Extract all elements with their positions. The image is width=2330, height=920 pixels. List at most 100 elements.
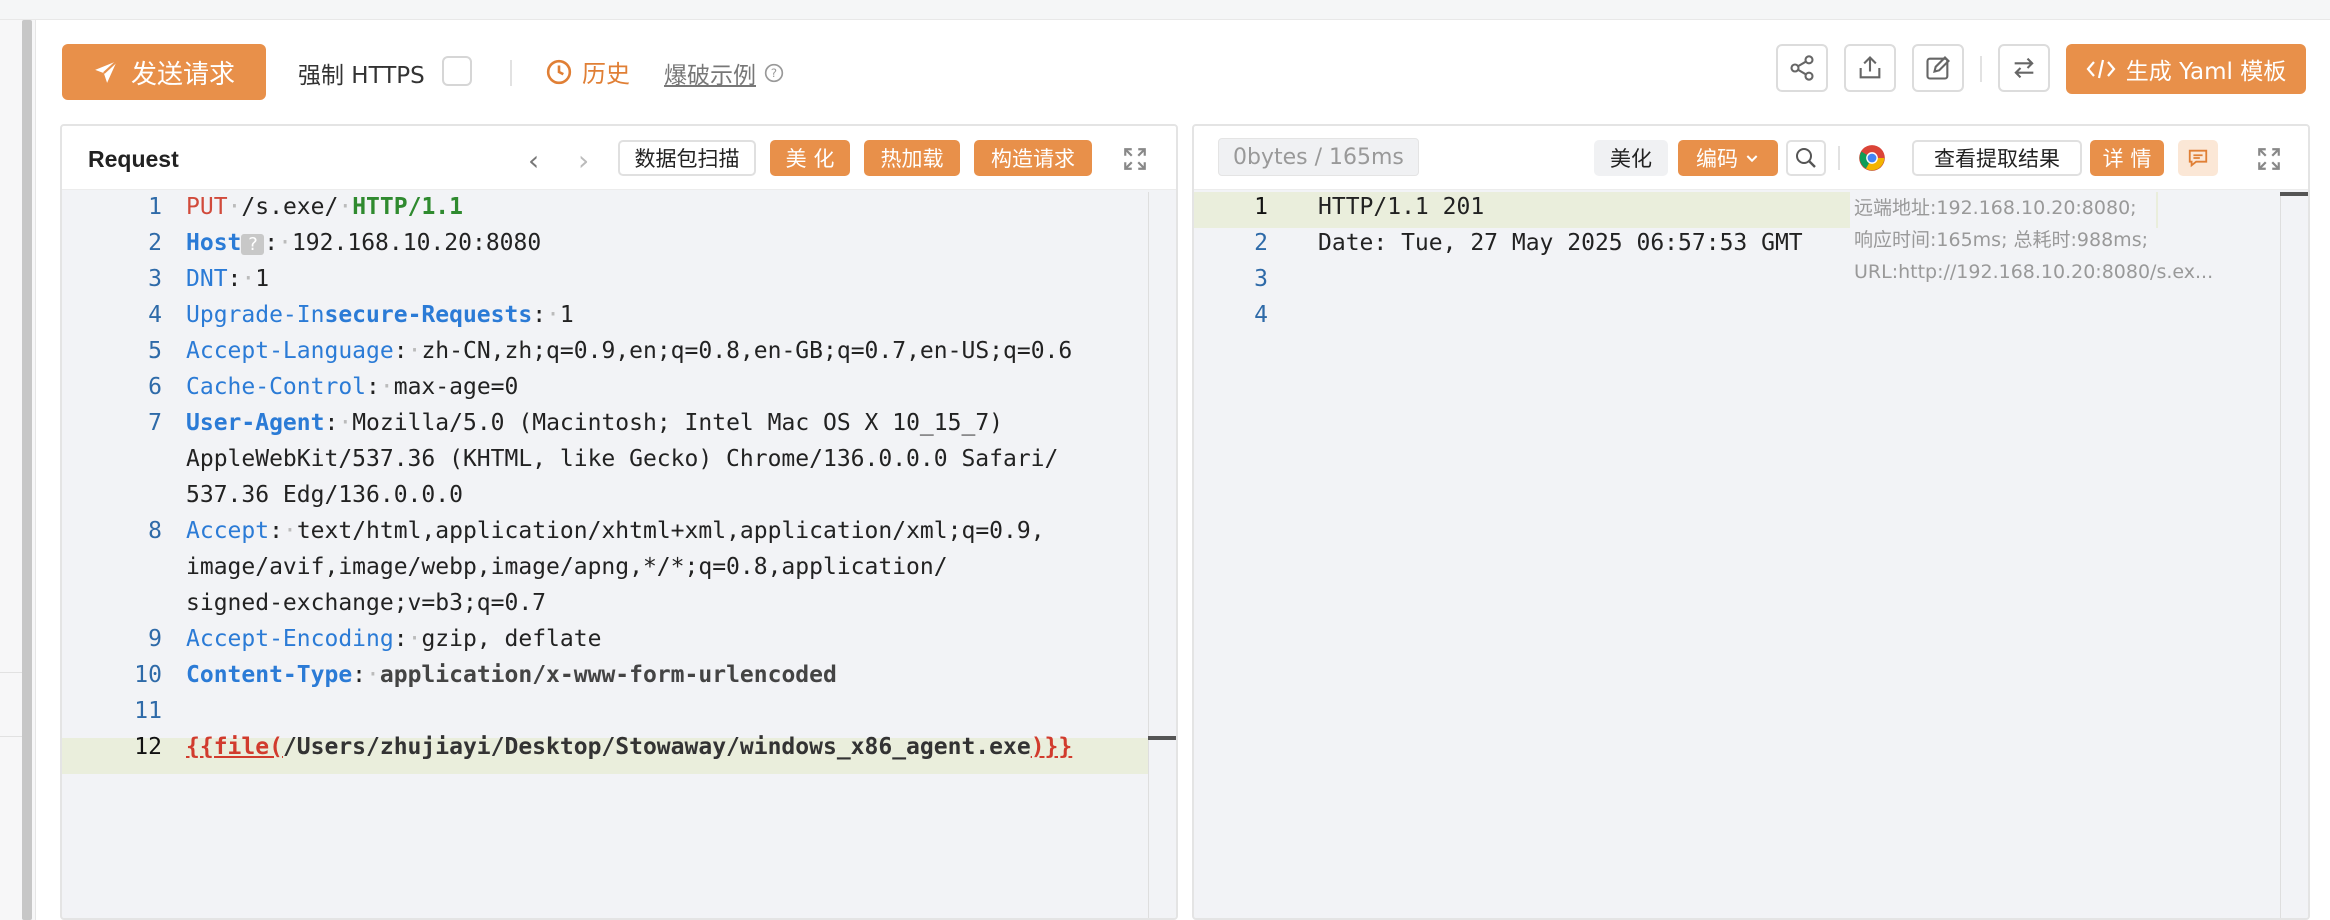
- comment-button[interactable]: [2178, 140, 2218, 176]
- header-key-part: Upgrade-In: [186, 302, 325, 328]
- code-line-2: Host?:·192.168.10.20:8080: [186, 230, 542, 256]
- header-value: 192.168.10.20:8080: [291, 230, 542, 256]
- file-tag-open: {{file(: [186, 734, 283, 760]
- header-divider: [1838, 146, 1840, 170]
- header-value: gzip, deflate: [421, 626, 602, 652]
- line-number: 10: [134, 662, 162, 688]
- header-value: text/html,application/xhtml+xml,applicat…: [296, 518, 1045, 544]
- response-beautify-button[interactable]: 美化: [1594, 140, 1668, 176]
- code-line-8-wrap: signed-exchange;v=b3;q=0.7: [186, 590, 547, 616]
- top-strip: [0, 0, 2330, 20]
- line-number: 5: [148, 338, 162, 364]
- sidebar-divider: [0, 736, 22, 737]
- response-date-line: Date: Tue, 27 May 2025 06:57:53 GMT: [1318, 230, 1803, 256]
- toolbar-divider: [510, 60, 512, 86]
- code-icon: [2086, 59, 2116, 79]
- line-number: 4: [148, 302, 162, 328]
- beautify-button[interactable]: 美 化: [770, 140, 850, 176]
- comment-icon: [2188, 149, 2208, 168]
- send-request-label: 发送请求: [130, 59, 235, 90]
- header-key: Host: [186, 230, 242, 256]
- upload-icon: [1859, 56, 1881, 79]
- header-value: 1: [559, 302, 574, 328]
- toolbar: 发送请求 强制 HTTPS 历史 爆破示例 ? 生成 Yaml 模板: [36, 20, 2330, 124]
- line-number: 2: [148, 230, 162, 256]
- generate-yaml-button[interactable]: 生成 Yaml 模板: [2066, 44, 2306, 94]
- header-value: max-age=0: [393, 374, 519, 400]
- encoding-dropdown[interactable]: 编码: [1678, 140, 1778, 176]
- swap-arrows-icon: [2014, 57, 2034, 79]
- beautify-label: 美 化: [785, 147, 835, 171]
- encoding-label: 编码: [1696, 147, 1738, 171]
- line-number: 3: [1254, 266, 1268, 292]
- view-extract-results-button[interactable]: 查看提取结果: [1912, 140, 2082, 176]
- scrollbar-marker: [1148, 736, 1176, 740]
- packet-scan-label: 数据包扫描: [634, 147, 740, 171]
- code-line-7: User-Agent:·Mozilla/5.0 (Macintosh; Inte…: [186, 410, 1004, 436]
- brute-force-label: 爆破示例: [664, 63, 756, 89]
- left-sidebar: [0, 20, 36, 920]
- sidebar-scrollbar[interactable]: [22, 20, 32, 920]
- hot-load-label: 热加载: [880, 147, 944, 171]
- send-request-button[interactable]: 发送请求: [62, 44, 266, 100]
- file-path: /Users/zhujiayi/Desktop/Stowaway/windows…: [282, 734, 1031, 760]
- header-key: Accept: [186, 518, 270, 544]
- line-number: 9: [148, 626, 162, 652]
- request-scrollbar[interactable]: [1148, 192, 1176, 918]
- header-key-part: secure-Requests: [324, 302, 533, 328]
- header-value: Mozilla/5.0 (Macintosh; Intel Mac OS X 1…: [352, 410, 1004, 436]
- header-key: DNT: [186, 266, 228, 292]
- help-badge[interactable]: ?: [241, 234, 265, 255]
- export-button[interactable]: [1844, 44, 1896, 92]
- code-line-10: Content-Type:·application/x-www-form-url…: [186, 662, 837, 688]
- code-line-5: Accept-Language:·zh-CN,zh;q=0.9,en;q=0.8…: [186, 338, 1073, 364]
- edit-button[interactable]: [1912, 44, 1964, 92]
- request-editor[interactable]: 1 2 3 4 5 6 7 8 9 10 11 12 PUT·/s.exe/·H…: [62, 192, 1176, 918]
- header-value: 1: [255, 266, 270, 292]
- request-header: Request ‹ › 数据包扫描 美 化 热加载 构造请求: [62, 126, 1176, 190]
- construct-request-button[interactable]: 构造请求: [974, 140, 1092, 176]
- code-line-3: DNT:·1: [186, 266, 270, 292]
- request-title: Request: [88, 146, 179, 172]
- code-line-4: Upgrade-Insecure-Requests:·1: [186, 302, 574, 328]
- share-button[interactable]: [1776, 44, 1828, 92]
- code-line-7-wrap: AppleWebKit/537.36 (KHTML, like Gecko) C…: [186, 446, 1059, 472]
- chrome-icon[interactable]: [1858, 144, 1886, 172]
- swap-button[interactable]: [1998, 44, 2050, 92]
- scrollbar-marker: [2280, 192, 2308, 196]
- paper-plane-icon: [95, 60, 118, 83]
- chevron-right-icon[interactable]: ›: [578, 144, 589, 177]
- toolbar-divider: [1980, 56, 1982, 82]
- history-label: 历史: [582, 60, 630, 88]
- chevron-left-icon[interactable]: ‹: [528, 144, 539, 177]
- generate-yaml-label: 生成 Yaml 模板: [2125, 59, 2287, 85]
- search-button[interactable]: [1786, 140, 1826, 176]
- response-editor[interactable]: 1 2 3 4 HTTP/1.1 201 Date: Tue, 27 May 2…: [1194, 192, 2308, 918]
- view-extract-results-label: 查看提取结果: [1934, 147, 2060, 171]
- line-number: 12: [134, 734, 162, 760]
- construct-request-label: 构造请求: [991, 147, 1075, 171]
- details-button[interactable]: 详 情: [2090, 140, 2164, 176]
- code-line-6: Cache-Control:·max-age=0: [186, 374, 519, 400]
- request-panel: Request ‹ › 数据包扫描 美 化 热加载 构造请求 1 2 3 4 5…: [60, 124, 1178, 920]
- response-beautify-label: 美化: [1610, 147, 1652, 171]
- brute-force-example-link[interactable]: 爆破示例 ?: [664, 56, 784, 90]
- response-size-badge: 0bytes / 165ms: [1218, 138, 1419, 176]
- expand-icon[interactable]: [1122, 146, 1148, 172]
- chevron-down-icon: [1746, 155, 1758, 163]
- force-https-label: 强制 HTTPS: [298, 63, 425, 89]
- history-button[interactable]: 历史: [546, 54, 630, 89]
- header-key: Content-Type: [186, 662, 353, 688]
- hot-load-button[interactable]: 热加载: [864, 140, 960, 176]
- response-scrollbar[interactable]: [2280, 192, 2308, 918]
- http-version: HTTP/1.1: [352, 194, 463, 220]
- header-key: Accept-Language: [186, 338, 394, 364]
- code-line-8: Accept:·text/html,application/xhtml+xml,…: [186, 518, 1045, 544]
- code-line-8-wrap: image/avif,image/webp,image/apng,*/*;q=0…: [186, 554, 948, 580]
- packet-scan-button[interactable]: 数据包扫描: [618, 140, 756, 176]
- line-number: 2: [1254, 230, 1268, 256]
- expand-icon[interactable]: [2256, 146, 2282, 172]
- response-header: 0bytes / 165ms 美化 编码 查看提取结果 详 情: [1194, 126, 2308, 190]
- response-meta-info: 远端地址:192.168.10.20:8080; 响应时间:165ms; 总耗时…: [1850, 192, 2213, 288]
- force-https-checkbox[interactable]: [442, 56, 472, 86]
